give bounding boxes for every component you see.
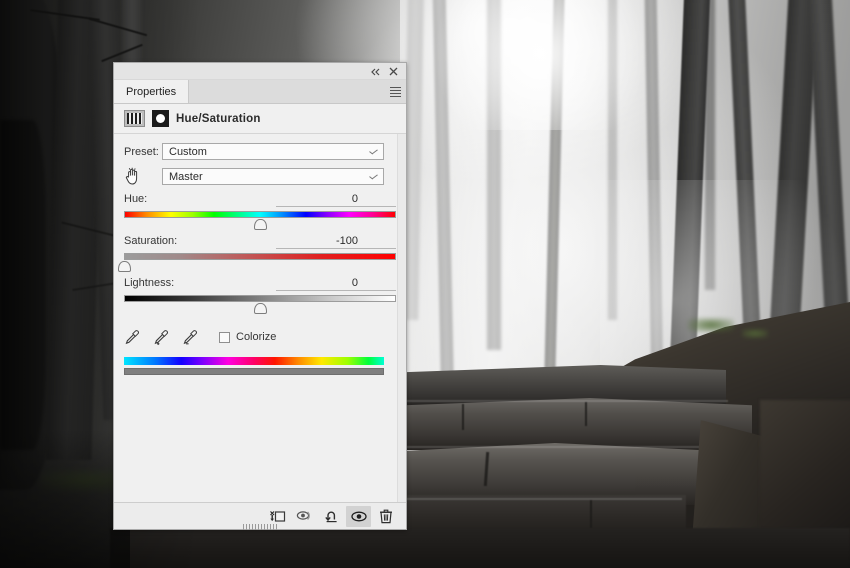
tab-properties-label: Properties xyxy=(126,85,177,98)
photo-moss-2 xyxy=(742,329,768,338)
slider-hue-head: Hue: 0 xyxy=(124,193,396,207)
slider-saturation-value-field[interactable]: -100 xyxy=(276,235,396,249)
double-chevron-left-icon[interactable] xyxy=(368,65,382,78)
slider-hue-value: 0 xyxy=(351,193,358,205)
toggle-layer-visibility-icon[interactable] xyxy=(346,505,371,527)
photo-stone-crack-2 xyxy=(585,402,587,426)
slider-hue-thumb[interactable] xyxy=(253,219,267,230)
slider-saturation-head: Saturation: -100 xyxy=(124,235,396,249)
slider-lightness-value-field[interactable]: 0 xyxy=(276,277,396,291)
properties-panel[interactable]: Properties Hue/Saturation Preset: Custom xyxy=(113,62,407,530)
colorize-checkbox-row[interactable]: Colorize xyxy=(219,331,276,343)
preset-select-value: Custom xyxy=(169,145,207,158)
preset-row: Preset: Custom xyxy=(124,143,396,160)
slider-hue-track-wrap[interactable] xyxy=(124,211,396,231)
slider-saturation-track-wrap[interactable] xyxy=(117,253,396,273)
photo-stone-crack-1 xyxy=(462,404,464,430)
page-title: Hue/Saturation xyxy=(176,112,261,125)
slider-lightness: Lightness: 0 xyxy=(124,277,396,315)
panel-title-bar[interactable] xyxy=(114,63,406,80)
panel-tab-row[interactable]: Properties xyxy=(114,80,406,104)
tools-row: Colorize xyxy=(124,329,396,345)
color-range-bar[interactable] xyxy=(124,368,384,375)
view-previous-state-icon[interactable] xyxy=(292,506,317,527)
photo-ground-bottom xyxy=(110,528,850,568)
panel-footer-toolbar xyxy=(114,502,406,530)
photo-stone-step-2 xyxy=(392,398,752,450)
slider-lightness-label: Lightness: xyxy=(124,277,175,289)
photo-stone-highlight-1 xyxy=(398,400,728,402)
tab-filler xyxy=(189,80,384,103)
slider-lightness-track[interactable] xyxy=(124,295,396,302)
slider-lightness-thumb[interactable] xyxy=(253,303,267,314)
slider-hue: Hue: 0 xyxy=(124,193,396,231)
preset-label: Preset: xyxy=(124,145,159,158)
slider-hue-value-field[interactable]: 0 xyxy=(276,193,396,207)
panel-body: Preset: Custom Master Hue: 0 Saturation:… xyxy=(114,134,406,502)
eyedropper-subtract-icon[interactable] xyxy=(182,329,198,345)
slider-hue-track[interactable] xyxy=(124,211,396,218)
slider-saturation-track[interactable] xyxy=(124,253,396,260)
chevron-down-icon xyxy=(369,172,378,180)
panel-menu-icon[interactable] xyxy=(384,80,406,103)
slider-hue-label: Hue: xyxy=(124,193,148,205)
eyedropper-add-icon[interactable] xyxy=(153,329,169,345)
slider-lightness-track-wrap[interactable] xyxy=(124,295,396,315)
preset-select[interactable]: Custom xyxy=(162,143,384,160)
photo-sun-glow xyxy=(430,0,650,130)
photo-stone-highlight-3 xyxy=(392,498,682,500)
photo-stone-highlight-2 xyxy=(394,446,714,448)
chevron-down-icon xyxy=(369,147,378,155)
on-image-adjustment-hand-icon[interactable] xyxy=(124,167,162,186)
colorize-label: Colorize xyxy=(236,331,277,343)
eyedropper-icon[interactable] xyxy=(124,329,140,345)
delete-layer-icon[interactable] xyxy=(373,506,398,527)
slider-saturation-thumb[interactable] xyxy=(117,261,131,272)
color-range-bars xyxy=(124,357,384,375)
colorize-checkbox[interactable] xyxy=(219,331,230,343)
channel-select-value: Master xyxy=(169,170,203,183)
slider-lightness-value: 0 xyxy=(351,277,358,289)
slider-saturation-value: -100 xyxy=(335,235,358,247)
close-icon[interactable] xyxy=(386,65,400,78)
slider-saturation: Saturation: -100 xyxy=(117,235,396,273)
reset-icon[interactable] xyxy=(319,506,344,527)
resize-grip-icon[interactable] xyxy=(243,524,277,530)
color-spectrum-bar xyxy=(124,357,384,365)
adjustment-layer-thumbnail[interactable] xyxy=(124,110,145,127)
tab-properties[interactable]: Properties xyxy=(114,80,190,103)
slider-saturation-label: Saturation: xyxy=(124,235,178,247)
adjustment-header: Hue/Saturation xyxy=(114,104,406,134)
photo-moss-1 xyxy=(688,318,734,332)
photo-stone-crack-4 xyxy=(590,500,592,528)
layer-mask-thumbnail[interactable] xyxy=(152,110,169,127)
channel-row: Master xyxy=(124,167,396,186)
vertical-scrollbar[interactable] xyxy=(397,134,406,502)
channel-select[interactable]: Master xyxy=(162,168,384,185)
slider-lightness-head: Lightness: 0 xyxy=(124,277,396,291)
